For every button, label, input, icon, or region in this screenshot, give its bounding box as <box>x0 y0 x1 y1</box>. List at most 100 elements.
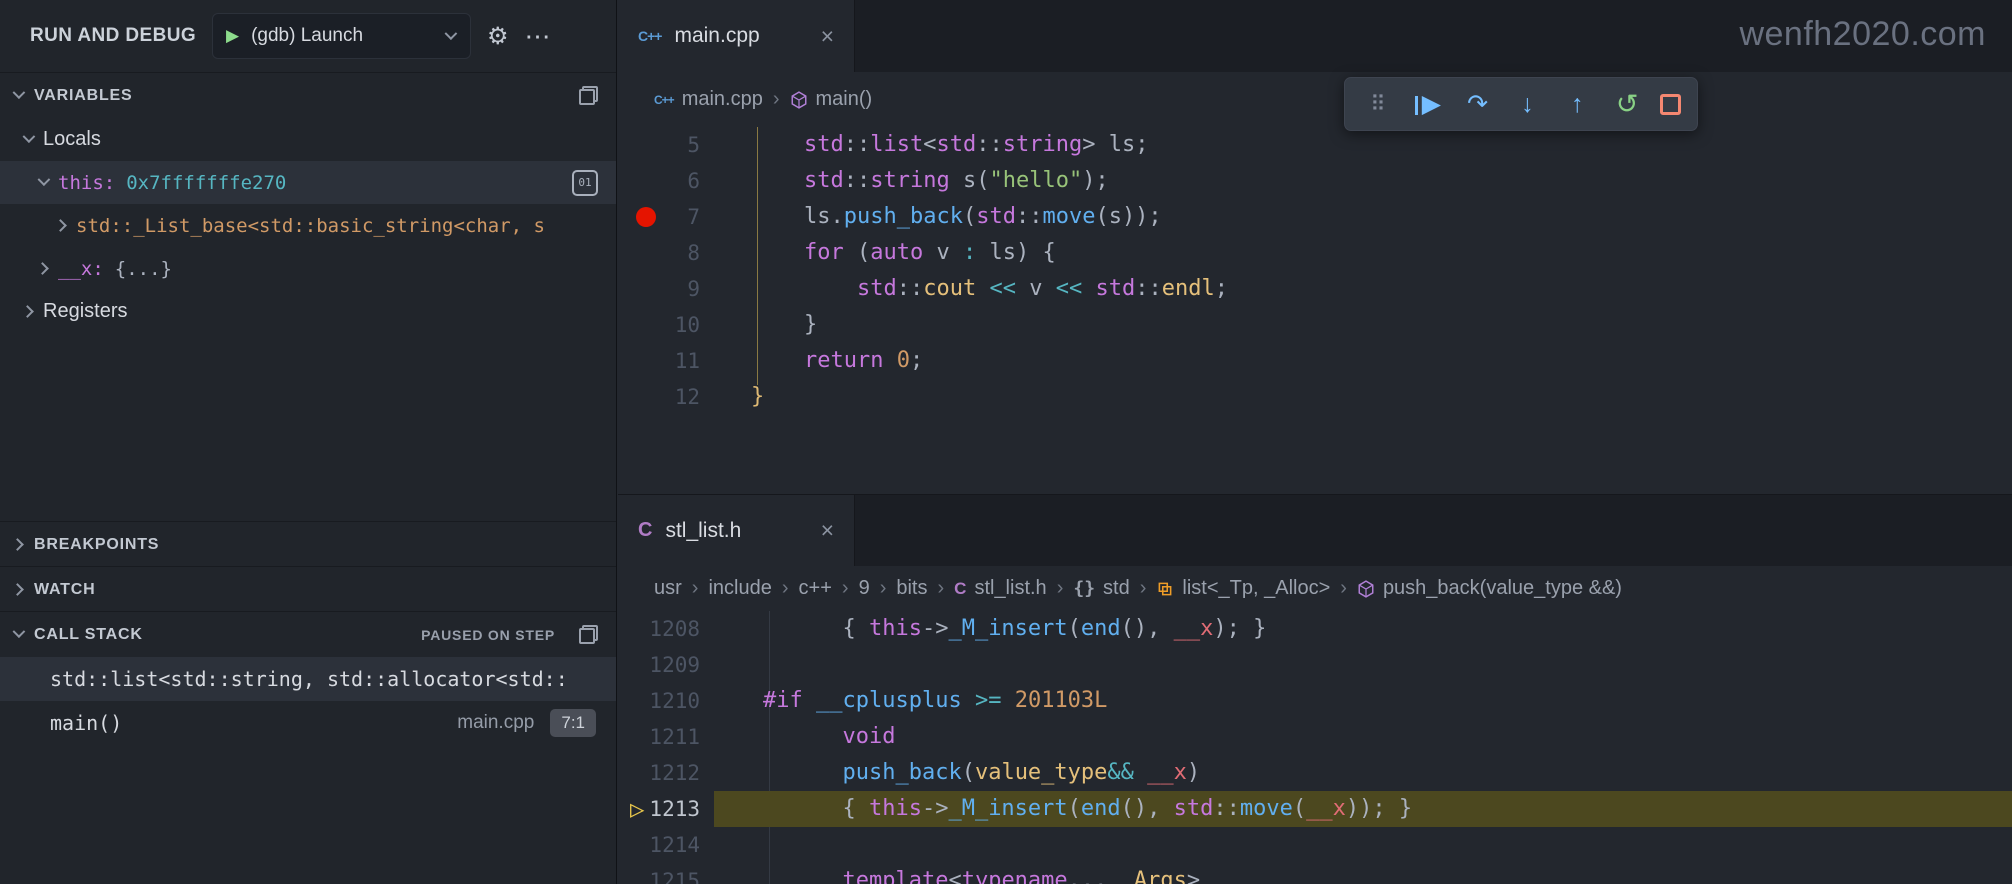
variable-listbase-row[interactable]: std::_List_base<std::basic_string<char, … <box>0 204 616 247</box>
code-text[interactable]: std::list<std::string> ls; <box>618 127 2012 163</box>
variable-name: __x: <box>58 258 104 280</box>
code-text[interactable]: { this->_M_insert(end(), __x); } <box>618 611 2012 647</box>
line-number[interactable]: 1210 <box>618 683 700 719</box>
breadcrumb-label: c++ <box>799 577 832 600</box>
breadcrumb-item[interactable]: main() <box>790 88 873 111</box>
call-stack-section-header[interactable]: CALL STACK PAUSED ON STEP <box>0 611 616 657</box>
step-over-button[interactable]: ↷ <box>1461 89 1495 119</box>
code-editor-main-cpp[interactable]: 5 std::list<std::string> ls;6 std::strin… <box>618 127 2012 415</box>
line-number[interactable]: 5 <box>618 127 700 163</box>
stack-frame[interactable]: std::list<std::string, std::allocator<st… <box>0 657 616 701</box>
drag-handle-icon[interactable]: ⠿ <box>1361 92 1395 117</box>
start-debug-icon: ▶ <box>226 26 239 46</box>
collapse-all-icon[interactable] <box>579 625 598 644</box>
stack-frame[interactable]: main() main.cpp 7:1 <box>0 701 616 745</box>
tab-main-cpp[interactable]: C++ main.cpp × <box>618 0 855 72</box>
code-line[interactable]: 1212 push_back(value_type&& __x) <box>618 755 2012 791</box>
restart-button[interactable]: ↺ <box>1610 89 1644 120</box>
code-text[interactable]: { this->_M_insert(end(), std::move(__x))… <box>618 791 2012 827</box>
line-number[interactable]: 1211 <box>618 719 700 755</box>
breadcrumb-item[interactable]: c++ <box>799 577 832 600</box>
chevron-right-icon <box>11 538 24 551</box>
code-text[interactable]: template<typename... _Args> <box>618 863 2012 884</box>
line-number[interactable]: 12 <box>618 379 700 415</box>
code-text[interactable]: push_back(value_type&& __x) <box>618 755 2012 791</box>
code-text[interactable]: #if __cplusplus >= 201103L <box>618 683 2012 719</box>
code-text[interactable]: ls.push_back(std::move(s)); <box>618 199 2012 235</box>
variable-this-row[interactable]: this: 0x7fffffffe270 01 <box>0 161 616 204</box>
breadcrumb-label: main() <box>816 88 873 111</box>
line-number[interactable]: 1208 <box>618 611 700 647</box>
code-line[interactable]: 11 return 0; <box>618 343 2012 379</box>
breadcrumb-item[interactable]: list<_Tp, _Alloc> <box>1156 577 1330 600</box>
line-number[interactable]: 10 <box>618 307 700 343</box>
line-number[interactable]: 8 <box>618 235 700 271</box>
breadcrumb-item[interactable]: C++main.cpp <box>654 88 763 111</box>
section-label: WATCH <box>34 581 95 599</box>
code-line[interactable]: 8 for (auto v : ls) { <box>618 235 2012 271</box>
code-text[interactable]: for (auto v : ls) { <box>618 235 2012 271</box>
binary-view-icon[interactable]: 01 <box>572 170 598 196</box>
line-number[interactable]: 1212 <box>618 755 700 791</box>
line-number[interactable]: 1209 <box>618 647 700 683</box>
breadcrumb-item[interactable]: push_back(value_type &&) <box>1357 577 1622 600</box>
launch-config-dropdown[interactable]: ▶ (gdb) Launch <box>212 13 471 59</box>
code-text[interactable]: } <box>618 379 2012 415</box>
tab-stl-list-h[interactable]: C stl_list.h × <box>618 495 855 566</box>
breadcrumb-label: push_back(value_type &&) <box>1383 577 1622 600</box>
breadcrumb-item[interactable]: {}std <box>1073 577 1129 600</box>
code-editor-stl-list-h[interactable]: 1208 { this->_M_insert(end(), __x); }120… <box>618 611 2012 884</box>
code-text[interactable]: std::cout << v << std::endl; <box>618 271 2012 307</box>
breakpoint-icon[interactable] <box>636 207 656 227</box>
code-line[interactable]: 9 std::cout << v << std::endl; <box>618 271 2012 307</box>
step-into-button[interactable]: ↓ <box>1510 90 1544 119</box>
variable-x-row[interactable]: __x: {...} <box>0 247 616 290</box>
watch-section-header[interactable]: WATCH <box>0 566 616 612</box>
close-icon[interactable]: × <box>821 23 834 50</box>
breakpoints-section-header[interactable]: BREAKPOINTS <box>0 521 616 567</box>
code-text[interactable]: return 0; <box>618 343 2012 379</box>
code-text[interactable]: } <box>618 307 2012 343</box>
code-line[interactable]: 1213▷ { this->_M_insert(end(), std::move… <box>618 791 2012 827</box>
chevron-right-icon <box>21 305 34 318</box>
code-line[interactable]: 1209 <box>618 647 2012 683</box>
code-text[interactable]: std::string s("hello"); <box>618 163 2012 199</box>
code-line[interactable]: 10 } <box>618 307 2012 343</box>
breadcrumb-item[interactable]: usr <box>654 577 682 600</box>
code-line[interactable]: 1208 { this->_M_insert(end(), __x); } <box>618 611 2012 647</box>
close-icon[interactable]: × <box>821 517 834 544</box>
continue-button[interactable]: ▶ <box>1411 89 1445 119</box>
tab-bar: C stl_list.h × <box>618 495 2012 566</box>
breadcrumb-item[interactable]: include <box>708 577 771 600</box>
code-line[interactable]: 1211 void <box>618 719 2012 755</box>
run-debug-header: RUN AND DEBUG ▶ (gdb) Launch ⚙ ⋯ <box>0 0 616 72</box>
gear-icon[interactable]: ⚙ <box>487 22 509 51</box>
breadcrumb-item[interactable]: 9 <box>859 577 870 600</box>
code-line[interactable]: 5 std::list<std::string> ls; <box>618 127 2012 163</box>
chevron-down-icon <box>13 625 26 638</box>
line-number[interactable]: 11 <box>618 343 700 379</box>
line-number[interactable]: 1215 <box>618 863 700 884</box>
code-line[interactable]: 1210#if __cplusplus >= 201103L <box>618 683 2012 719</box>
variables-section-header[interactable]: VARIABLES <box>0 72 616 118</box>
code-line[interactable]: 1214 <box>618 827 2012 863</box>
cpp-file-icon: C++ <box>654 93 674 107</box>
variables-scope-locals[interactable]: Locals <box>0 118 616 161</box>
breadcrumb-item[interactable]: Cstl_list.h <box>954 577 1047 600</box>
code-line[interactable]: 12} <box>618 379 2012 415</box>
code-line[interactable]: 7 ls.push_back(std::move(s)); <box>618 199 2012 235</box>
code-line[interactable]: 6 std::string s("hello"); <box>618 163 2012 199</box>
step-out-button[interactable]: ↑ <box>1560 90 1594 119</box>
stop-button[interactable] <box>1660 94 1681 115</box>
breadcrumb-item[interactable]: bits <box>896 577 927 600</box>
variables-scope-registers[interactable]: Registers <box>0 290 616 333</box>
collapse-all-icon[interactable] <box>579 86 598 105</box>
code-text[interactable]: void <box>618 719 2012 755</box>
more-actions-icon[interactable]: ⋯ <box>525 21 553 52</box>
line-number[interactable]: 9 <box>618 271 700 307</box>
line-number[interactable]: 1214 <box>618 827 700 863</box>
frame-file: main.cpp <box>457 712 534 734</box>
line-number[interactable]: 7 <box>618 199 700 235</box>
line-number[interactable]: 6 <box>618 163 700 199</box>
code-line[interactable]: 1215 template<typename... _Args> <box>618 863 2012 884</box>
